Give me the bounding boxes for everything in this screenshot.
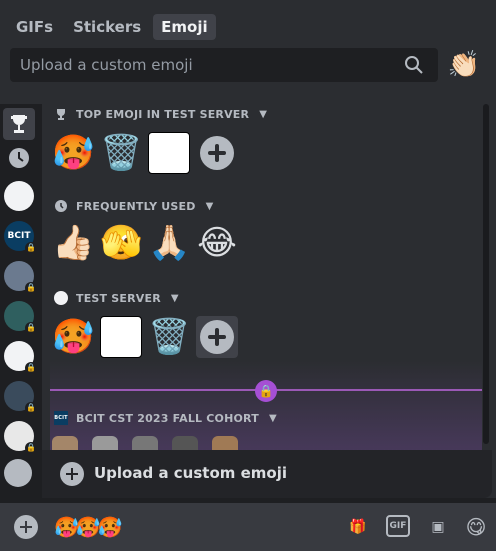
picker-tabs: GIFs Stickers Emoji (8, 14, 216, 42)
emoji-avatar[interactable] (132, 436, 158, 450)
rail-server-5[interactable]: 🔒 (3, 340, 37, 374)
lock-icon: 🔒 (25, 362, 37, 374)
tab-stickers[interactable]: Stickers (65, 14, 149, 40)
section-title: FREQUENTLY USED (76, 199, 196, 213)
scrollbar[interactable] (483, 104, 489, 444)
rail-server-7[interactable]: 🔒 (3, 420, 37, 454)
rail-server-bcit[interactable]: BCIT 🔒 (3, 220, 37, 254)
chevron-down-icon: ▼ (268, 412, 277, 424)
plus-icon (60, 462, 84, 486)
emoji-picker: GIFs Stickers Emoji 👏🏻 BCIT 🔒 🔒 🔒 (0, 0, 496, 498)
rail-recent[interactable] (3, 142, 35, 174)
emoji-face-drawing[interactable] (148, 132, 190, 174)
category-rail: BCIT 🔒 🔒 🔒 🔒 🔒 🔒 (0, 104, 42, 498)
tab-emoji[interactable]: Emoji (153, 14, 216, 40)
section-title: TOP EMOJI IN TEST SERVER (76, 107, 250, 121)
trophy-icon (54, 107, 68, 121)
bcit-icon: BCIT (54, 411, 68, 425)
chevron-down-icon: ▼ (170, 292, 179, 304)
emoji-face-drawing[interactable] (100, 316, 142, 358)
section-header-frequent[interactable]: FREQUENTLY USED ▼ (54, 196, 214, 216)
emoji-avatar[interactable] (92, 436, 118, 450)
tab-gifs[interactable]: GIFs (8, 14, 61, 40)
rail-server-3[interactable]: 🔒 (3, 260, 37, 294)
emoji-thumbs-up[interactable]: 👍🏻 (52, 222, 94, 264)
upload-bar[interactable]: Upload a custom emoji (42, 450, 492, 498)
emoji-grid: TOP EMOJI IN TEST SERVER ▼ 🥵 🗑️ FREQUENT… (42, 96, 492, 450)
section-header-top[interactable]: TOP EMOJI IN TEST SERVER ▼ (54, 104, 267, 124)
lock-icon: 🔒 (25, 282, 37, 294)
search-icon (404, 55, 424, 75)
section-title: TEST SERVER (76, 291, 161, 305)
lock-icon: 🔒 (25, 242, 37, 254)
emoji-row-frequent: 👍🏻 🫣 🙏🏻 😂 (52, 222, 238, 264)
emoji-hot-face[interactable]: 🥵 (52, 132, 94, 174)
add-emoji-button[interactable] (200, 136, 234, 170)
trophy-icon (11, 115, 27, 133)
clock-icon (9, 148, 29, 168)
chat-input-bar: 🥵🥵🥵 🎁 GIF ▣ 😋 (0, 503, 496, 551)
gift-icon[interactable]: 🎁 (346, 515, 370, 539)
add-emoji-button[interactable] (200, 320, 234, 354)
lock-icon: 🔒 (25, 442, 37, 454)
rail-server-1[interactable] (3, 180, 35, 212)
rail-server-4[interactable]: 🔒 (3, 300, 37, 334)
emoji-avatar[interactable] (172, 436, 198, 450)
emoji-pray[interactable]: 🙏🏻 (148, 222, 190, 264)
emoji-joy[interactable]: 😂 (196, 222, 238, 264)
section-header-test-server[interactable]: TEST SERVER ▼ (54, 288, 179, 308)
emoji-row-top: 🥵 🗑️ (52, 132, 238, 174)
smile-icon[interactable] (4, 459, 32, 487)
emoji-trash[interactable]: 🗑️ (148, 316, 190, 358)
server-avatar (4, 181, 34, 211)
skin-tone-button[interactable]: 👏🏻 (447, 48, 481, 82)
emoji-hot-face[interactable]: 🥵 (52, 316, 94, 358)
lock-icon: 🔒 (25, 402, 37, 414)
server-icon (54, 291, 68, 305)
section-header-bcit[interactable]: BCIT BCIT CST 2023 FALL COHORT ▼ (54, 408, 277, 428)
emoji-peeking[interactable]: 🫣 (100, 222, 142, 264)
sticker-icon[interactable]: ▣ (426, 515, 450, 539)
emoji-avatar[interactable] (212, 436, 238, 450)
search-box (10, 48, 438, 82)
emoji-avatar[interactable] (52, 436, 78, 450)
section-title: BCIT CST 2023 FALL COHORT (76, 411, 259, 425)
emoji-trash[interactable]: 🗑️ (100, 132, 142, 174)
message-text[interactable]: 🥵🥵🥵 (54, 515, 123, 539)
search-input[interactable] (10, 48, 410, 82)
emoji-row-test-server: 🥵 🗑️ (52, 316, 238, 358)
clock-icon (54, 199, 68, 213)
lock-icon: 🔒 (25, 322, 37, 334)
add-emoji-button-hover[interactable] (196, 316, 238, 358)
chevron-down-icon: ▼ (259, 108, 268, 120)
emoji-button[interactable]: 😋 (464, 515, 488, 539)
rail-server-6[interactable]: 🔒 (3, 380, 37, 414)
rail-trophy[interactable] (3, 108, 35, 140)
lock-icon: 🔒 (255, 380, 277, 402)
chevron-down-icon: ▼ (205, 200, 214, 212)
upload-label: Upload a custom emoji (94, 464, 288, 482)
gif-icon[interactable]: GIF (386, 515, 410, 537)
bcit-emoji-row (52, 436, 238, 450)
attach-button[interactable] (14, 515, 38, 539)
